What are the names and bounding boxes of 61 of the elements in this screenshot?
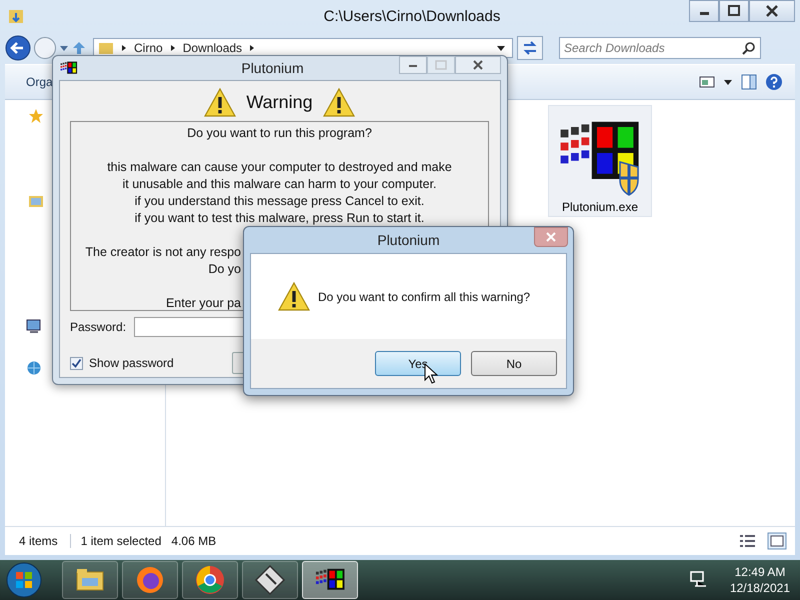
back-icon[interactable] (5, 35, 31, 61)
details-view-icon[interactable] (739, 533, 757, 549)
taskbar-button[interactable] (302, 561, 358, 599)
chevron-icon (120, 43, 128, 53)
file-item[interactable]: Plutonium.exe (548, 105, 652, 217)
chevron-icon (168, 43, 177, 53)
window-title: C:\Users\Cirno\Downloads (322, 8, 502, 24)
maximize-icon (427, 56, 455, 74)
search-field[interactable]: Search Downloads (559, 37, 761, 59)
chevron-icon (248, 43, 256, 53)
checkbox[interactable] (70, 356, 83, 370)
folder-icon (98, 41, 114, 55)
item-count: 4 items (19, 534, 59, 548)
warning-heading: Warning (246, 92, 313, 112)
file-name: Plutonium.exe (562, 200, 638, 214)
warning-icon (322, 86, 355, 118)
dialog-title: Plutonium (377, 232, 440, 248)
warning-icon (204, 86, 236, 118)
clock-time[interactable]: 12:49 AM (734, 564, 786, 580)
star-icon[interactable] (28, 108, 44, 124)
message-text: it unusable and this malware can harm to your computer. (122, 176, 437, 193)
dropdown-icon[interactable] (496, 44, 506, 52)
warning-icon (278, 281, 310, 312)
dialog-button[interactable]: No (471, 351, 557, 376)
preview-pane-icon[interactable] (741, 74, 757, 90)
taskbar-button[interactable] (242, 561, 298, 599)
program-icon (60, 60, 78, 76)
close-icon[interactable] (455, 56, 501, 74)
breadcrumb-item[interactable]: Downloads (182, 41, 242, 55)
refresh-icon[interactable] (517, 36, 543, 60)
minimize-icon[interactable] (399, 56, 427, 74)
up-arrow-icon[interactable] (71, 40, 87, 56)
organize-menu[interactable]: Orga (26, 75, 53, 89)
caret-icon[interactable] (723, 78, 733, 86)
help-icon[interactable] (765, 73, 783, 91)
checkbox-label: Show password (89, 356, 174, 370)
large-icons-view-icon[interactable] (767, 532, 787, 550)
close-icon[interactable] (749, 0, 795, 22)
message-text: Do yo (208, 261, 241, 278)
message-text: The creator is not any respo (85, 244, 241, 261)
taskbar-button[interactable] (182, 561, 238, 599)
dialog-message: Do you want to confirm all this warning? (318, 290, 530, 304)
maximize-icon[interactable] (719, 0, 749, 22)
folder-icon (7, 7, 25, 25)
search-icon[interactable] (742, 41, 756, 55)
message-text: Enter your pa (166, 295, 241, 312)
minimize-icon[interactable] (689, 0, 719, 22)
message-text: if you want to test this malware, press Run to start it. (134, 210, 424, 227)
file-size: 4.06 MB (171, 534, 216, 548)
message-text: if you understand this message press Cancel to exit. (134, 193, 424, 210)
firefox-icon (134, 564, 166, 596)
view-icon[interactable] (699, 75, 715, 89)
chrome-icon (194, 564, 226, 596)
message-text: Do you want to run this program? (187, 125, 372, 142)
selection-info: 1 item selected (70, 534, 162, 548)
password-label: Password: (70, 320, 126, 334)
window-title: Plutonium (240, 60, 305, 76)
breadcrumb-item[interactable]: Cirno (134, 41, 163, 55)
start-orb-icon[interactable] (6, 562, 42, 598)
message-text: this malware can cause your computer to destroyed and make (107, 159, 452, 176)
clock-date[interactable]: 12/18/2021 (730, 580, 790, 596)
